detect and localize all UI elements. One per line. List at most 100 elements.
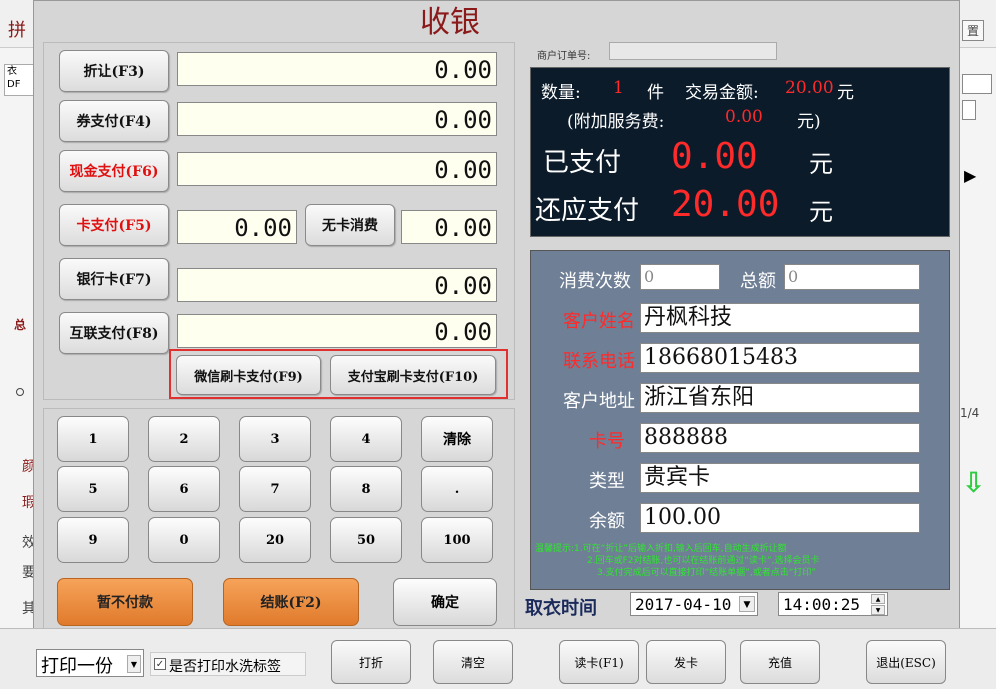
- exit-button[interactable]: 退出(ESC): [866, 640, 946, 684]
- down-arrow-icon[interactable]: ⇩: [962, 466, 985, 499]
- order-no-label: 商户订单号:: [537, 51, 591, 62]
- background-left-pane: 衣 DF 总 颜 瑕 效 要 其: [0, 48, 36, 628]
- phone-label: 联系电话: [563, 351, 635, 372]
- balance-label: 余额: [589, 511, 625, 532]
- coupon-pay-button[interactable]: 券支付(F4): [59, 100, 169, 142]
- key-100[interactable]: 100: [421, 517, 493, 563]
- amount-unit: 元: [837, 83, 854, 103]
- key-7[interactable]: 7: [239, 466, 311, 512]
- wash-label-checkbox-group[interactable]: ✓ 是否打印水洗标签: [150, 652, 306, 676]
- card-amount-field[interactable]: 0.00: [177, 210, 297, 244]
- print-copies-select[interactable]: 打印一份 ▼: [36, 649, 144, 677]
- service-value: 0.00: [725, 107, 763, 127]
- tip-line: 3.支付完成后可以直接打印“结账单据”,或者点击“打印”: [597, 568, 817, 578]
- key-5[interactable]: 5: [57, 466, 129, 512]
- coupon-amount-field[interactable]: 0.00: [177, 102, 497, 136]
- total-field[interactable]: 0: [784, 264, 920, 290]
- bg-settings-button[interactable]: 置: [962, 20, 985, 41]
- clear-button[interactable]: 清空: [433, 640, 513, 684]
- no-card-amount-field[interactable]: 0.00: [401, 210, 497, 244]
- hold-payment-button[interactable]: 暂不付款: [57, 578, 193, 626]
- key-dot[interactable]: .: [421, 466, 493, 512]
- key-9[interactable]: 9: [57, 517, 129, 563]
- bg-total-label: 总: [14, 318, 27, 332]
- customer-info-panel: 消费次数 0 总额 0 客户姓名 丹枫科技 联系电话 18668015483 客…: [530, 250, 950, 590]
- key-3[interactable]: 3: [239, 416, 311, 462]
- alipay-pay-button[interactable]: 支付宝刷卡支付(F10): [330, 355, 496, 395]
- wechat-pay-button[interactable]: 微信刷卡支付(F9): [176, 355, 321, 395]
- service-label: (附加服务费:: [567, 112, 665, 132]
- key-50[interactable]: 50: [330, 517, 402, 563]
- key-2[interactable]: 2: [148, 416, 220, 462]
- phone-field[interactable]: 18668015483: [640, 343, 920, 373]
- due-value: 20.00: [671, 184, 780, 225]
- balance-field[interactable]: 100.00: [640, 503, 920, 533]
- bg-input[interactable]: [962, 74, 992, 94]
- internet-pay-button[interactable]: 互联支付(F8): [59, 312, 169, 354]
- play-arrow-icon[interactable]: ▶: [964, 166, 976, 185]
- due-label: 还应支付: [535, 196, 640, 226]
- chevron-down-icon[interactable]: ▼: [739, 596, 755, 612]
- cash-pay-button[interactable]: 现金支付(F6): [59, 150, 169, 192]
- qty-value: 1: [613, 78, 624, 98]
- key-clear[interactable]: 清除: [421, 416, 493, 462]
- key-20[interactable]: 20: [239, 517, 311, 563]
- issue-card-button[interactable]: 发卡: [646, 640, 726, 684]
- bank-card-amount-field[interactable]: 0.00: [177, 268, 497, 302]
- internet-pay-amount-field[interactable]: 0.00: [177, 314, 497, 348]
- paid-value: 0.00: [671, 136, 758, 177]
- total-label: 总额: [740, 271, 776, 292]
- no-card-button[interactable]: 无卡消费: [305, 204, 395, 246]
- amount-label: 交易金额:: [685, 83, 759, 103]
- card-pay-button[interactable]: 卡支付(F5): [59, 204, 169, 246]
- bg-col-header: 衣: [7, 66, 17, 77]
- customer-name-field[interactable]: 丹枫科技: [640, 303, 920, 333]
- pickup-time-spinner[interactable]: 14:00:25 ▲ ▼: [778, 592, 888, 616]
- customer-name-label: 客户姓名: [563, 311, 635, 332]
- spinner-up-icon[interactable]: ▲: [871, 594, 885, 604]
- bg-radio[interactable]: [16, 388, 24, 396]
- chevron-down-icon[interactable]: ▼: [127, 655, 141, 673]
- pickup-date: 2017-04-10: [635, 595, 732, 614]
- discount-button[interactable]: 折让(F3): [59, 50, 169, 92]
- bank-card-button[interactable]: 银行卡(F7): [59, 258, 169, 300]
- card-type-label: 类型: [589, 471, 625, 492]
- tip-line: 温馨提示:1.可在“折让”后输入折扣,输入后回车,自动生成折让额: [535, 544, 787, 554]
- background-right-pane: ▶ 1/4 ⇩: [958, 48, 996, 628]
- read-card-button[interactable]: 读卡(F1): [559, 640, 639, 684]
- key-6[interactable]: 6: [148, 466, 220, 512]
- key-0[interactable]: 0: [148, 517, 220, 563]
- checkout-button[interactable]: 结账(F2): [223, 578, 359, 626]
- spinner-down-icon[interactable]: ▼: [871, 605, 885, 615]
- amount-display: 数量: 1 件 交易金额: 20.00 元 (附加服务费: 0.00 元) 已支…: [530, 67, 950, 237]
- key-8[interactable]: 8: [330, 466, 402, 512]
- pickup-time-label: 取衣时间: [525, 598, 597, 619]
- bg-input-small[interactable]: [962, 100, 976, 120]
- pickup-date-picker[interactable]: 2017-04-10 ▼: [630, 592, 758, 616]
- tip-line: 2.回车或F2对结账,也可以在结账前通过“读卡”,选择会员卡: [587, 556, 820, 566]
- pickup-time: 14:00:25: [783, 595, 861, 614]
- order-no-field[interactable]: [609, 42, 777, 60]
- wash-label-text: 是否打印水洗标签: [169, 659, 281, 675]
- card-no-field[interactable]: 888888: [640, 423, 920, 453]
- paid-label: 已支付: [543, 148, 622, 178]
- bg-title-fragment: 拼: [8, 20, 26, 41]
- due-unit: 元: [809, 198, 833, 226]
- key-1[interactable]: 1: [57, 416, 129, 462]
- address-label: 客户地址: [563, 391, 635, 412]
- visits-label: 消费次数: [559, 271, 631, 292]
- discount-print-button[interactable]: 打折: [331, 640, 411, 684]
- cash-amount-field[interactable]: 0.00: [177, 152, 497, 186]
- checkbox-checked-icon[interactable]: ✓: [154, 658, 166, 670]
- address-field[interactable]: 浙江省东阳: [640, 383, 920, 413]
- paid-unit: 元: [809, 150, 833, 178]
- print-copies-value: 打印一份: [41, 656, 113, 677]
- confirm-button[interactable]: 确定: [393, 578, 497, 626]
- key-4[interactable]: 4: [330, 416, 402, 462]
- qty-unit: 件: [647, 83, 664, 103]
- discount-amount-field[interactable]: 0.00: [177, 52, 497, 86]
- card-no-label: 卡号: [589, 431, 625, 452]
- recharge-button[interactable]: 充值: [740, 640, 820, 684]
- service-unit: 元): [797, 112, 821, 132]
- card-type-field[interactable]: 贵宾卡: [640, 463, 920, 493]
